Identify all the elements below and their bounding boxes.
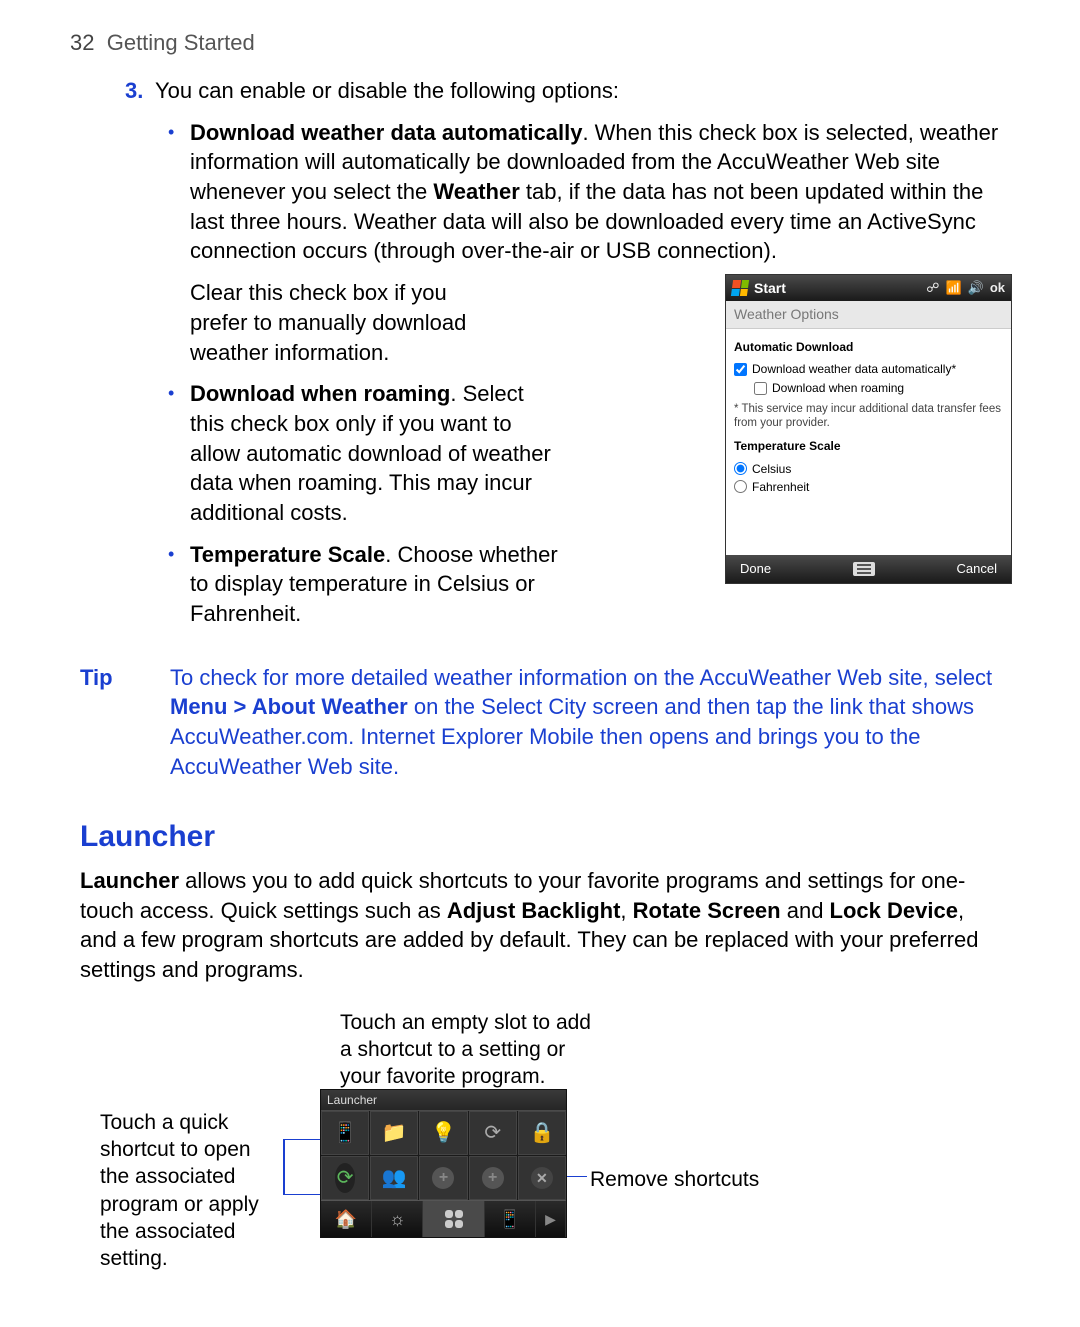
shortcut-file-explorer[interactable]: 📁 (370, 1111, 418, 1155)
rotate-icon: ⟳ (484, 1120, 501, 1146)
bullet-download-auto: • Download weather data automatically. W… (168, 118, 1000, 266)
signal-icon: 📶 (945, 279, 961, 297)
launcher-tabs: 🏠 ☼ 📱 ▶ (321, 1200, 566, 1237)
callout-line (283, 1139, 321, 1141)
tab-home[interactable]: 🏠 (321, 1201, 372, 1237)
launcher-paragraph: Launcher allows you to add quick shortcu… (80, 866, 1000, 985)
people-icon: 👥 (382, 1165, 407, 1191)
bullet-icon: • (168, 540, 180, 629)
page-header: 32 Getting Started (70, 30, 1010, 56)
cancel-button[interactable]: Cancel (957, 560, 997, 578)
step-3: 3. You can enable or disable the followi… (125, 76, 1000, 106)
plus-icon: + (432, 1167, 454, 1189)
bullet-temperature-scale: • Temperature Scale. Choose whether to d… (168, 540, 695, 629)
section-heading-launcher: Launcher (80, 817, 1000, 858)
tip-block: Tip To check for more detailed weather i… (80, 663, 1000, 782)
tip-label: Tip (80, 663, 130, 782)
tab-next[interactable]: ▶ (536, 1201, 566, 1237)
page-section-name: Getting Started (107, 30, 255, 55)
caption-remove-shortcuts: Remove shortcuts (590, 1166, 810, 1193)
tab-launcher[interactable] (423, 1201, 484, 1237)
step-text: You can enable or disable the following … (155, 76, 619, 106)
empty-slot[interactable]: + (419, 1156, 467, 1200)
step-number: 3. (125, 76, 147, 106)
checkbox-input[interactable] (734, 363, 747, 376)
phone-icon: 📱 (499, 1208, 521, 1231)
windows-logo-icon (731, 280, 749, 296)
folder-icon: 📁 (382, 1120, 407, 1146)
bullet-download-roaming: • Download when roaming. Select this che… (168, 379, 695, 527)
bullet-download-auto-para2: Clear this check box if you prefer to ma… (190, 278, 500, 367)
callout-line (283, 1139, 285, 1194)
launcher-diagram: Touch an empty slot to add a shortcut to… (100, 1009, 1000, 1259)
phone-icon: 📱 (333, 1120, 358, 1146)
fee-note: * This service may incur additional data… (734, 402, 1003, 431)
shortcut-lock[interactable]: 🔒 (518, 1111, 566, 1155)
checkbox-download-roaming[interactable]: Download when roaming (754, 380, 1003, 396)
caption-quick-shortcut: Touch a quick shortcut to open the assoc… (100, 1109, 280, 1273)
home-icon: 🏠 (335, 1208, 357, 1231)
shortcut-activesync[interactable]: ⟳ (321, 1156, 369, 1200)
shortcut-rotate[interactable]: ⟳ (469, 1111, 517, 1155)
ok-button[interactable]: ok (990, 279, 1005, 297)
document-page: 32 Getting Started 3. You can enable or … (0, 0, 1080, 1319)
title-bar: Start ☍ 📶 🔊 ok (726, 275, 1011, 301)
window-title: Weather Options (726, 301, 1011, 329)
radio-input[interactable] (734, 480, 747, 493)
checkbox-input[interactable] (754, 382, 767, 395)
bulb-icon: 💡 (431, 1120, 456, 1146)
shortcut-comm-manager[interactable]: 📱 (321, 1111, 369, 1155)
close-icon: ✕ (531, 1167, 553, 1189)
lock-icon: 🔒 (529, 1120, 554, 1146)
checkbox-download-auto[interactable]: Download weather data automatically* (734, 361, 1003, 377)
bullet-icon: • (168, 118, 180, 266)
network-icon: ☍ (926, 279, 939, 297)
callout-line (283, 1194, 321, 1196)
launcher-title: Launcher (321, 1090, 566, 1111)
section-automatic-download: Automatic Download (734, 339, 1003, 355)
radio-fahrenheit[interactable]: Fahrenheit (734, 479, 1003, 495)
tab-settings[interactable]: ☼ (372, 1201, 423, 1237)
radio-input[interactable] (734, 462, 747, 475)
gear-icon: ☼ (389, 1208, 406, 1231)
apps-icon (445, 1210, 463, 1228)
callout-line (565, 1176, 587, 1178)
caption-empty-slot: Touch an empty slot to add a shortcut to… (340, 1009, 600, 1091)
launcher-screenshot: Launcher 📱 📁 💡 ⟳ 🔒 ⟳ 👥 + + ✕ 🏠 ☼ (320, 1089, 567, 1239)
volume-icon: 🔊 (968, 279, 984, 297)
tab-phone[interactable]: 📱 (485, 1201, 536, 1237)
shortcut-contacts[interactable]: 👥 (370, 1156, 418, 1200)
launcher-grid: 📱 📁 💡 ⟳ 🔒 ⟳ 👥 + + ✕ (321, 1110, 566, 1200)
chevron-right-icon: ▶ (545, 1210, 556, 1228)
shortcut-backlight[interactable]: 💡 (419, 1111, 467, 1155)
keyboard-icon[interactable] (853, 562, 875, 576)
softkey-bar: Done Cancel (726, 555, 1011, 583)
sync-icon: ⟳ (335, 1163, 356, 1193)
bullet-icon: • (168, 379, 180, 527)
section-temperature-scale: Temperature Scale (734, 438, 1003, 454)
radio-celsius[interactable]: Celsius (734, 461, 1003, 477)
done-button[interactable]: Done (740, 560, 771, 578)
page-number: 32 (70, 30, 94, 55)
start-label: Start (754, 279, 786, 298)
empty-slot[interactable]: + (469, 1156, 517, 1200)
weather-options-screenshot: Start ☍ 📶 🔊 ok Weather Options Automatic… (725, 274, 1012, 584)
plus-icon: + (482, 1167, 504, 1189)
remove-shortcut[interactable]: ✕ (518, 1156, 566, 1200)
